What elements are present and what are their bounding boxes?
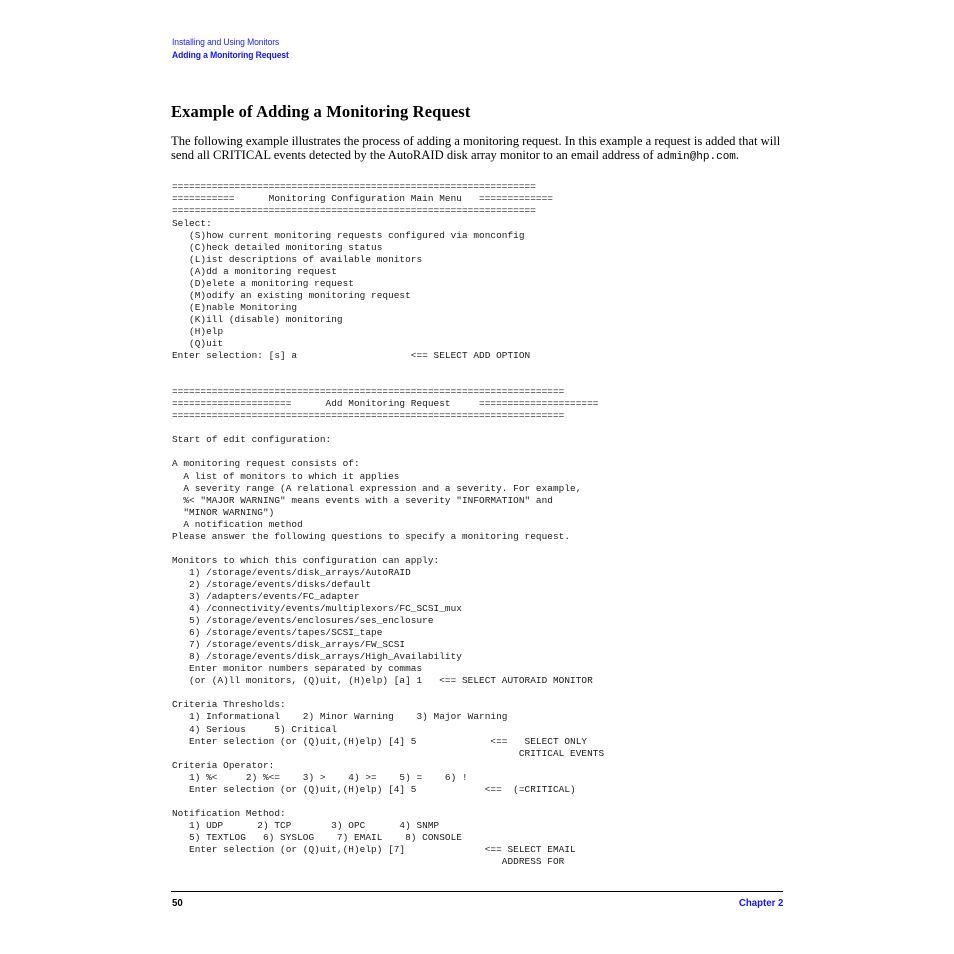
running-head-book-title: Installing and Using Monitors	[172, 37, 280, 48]
page-title: Example of Adding a Monitoring Request	[171, 102, 471, 122]
terminal-listing: ========================================…	[172, 181, 605, 868]
footer-chapter-label: Chapter 2	[738, 897, 783, 909]
running-head: Installing and Using Monitors Adding a M…	[172, 36, 792, 62]
running-head-section-title: Adding a Monitoring Request	[172, 50, 289, 61]
intro-text-part-2: .	[735, 148, 740, 162]
intro-paragraph: The following example illustrates the pr…	[171, 134, 785, 165]
footer-divider	[171, 891, 783, 893]
document-page: Installing and Using Monitors Adding a M…	[0, 0, 954, 954]
intro-email-address: admin@hp.com	[656, 151, 736, 163]
footer-page-number: 50	[172, 897, 183, 909]
